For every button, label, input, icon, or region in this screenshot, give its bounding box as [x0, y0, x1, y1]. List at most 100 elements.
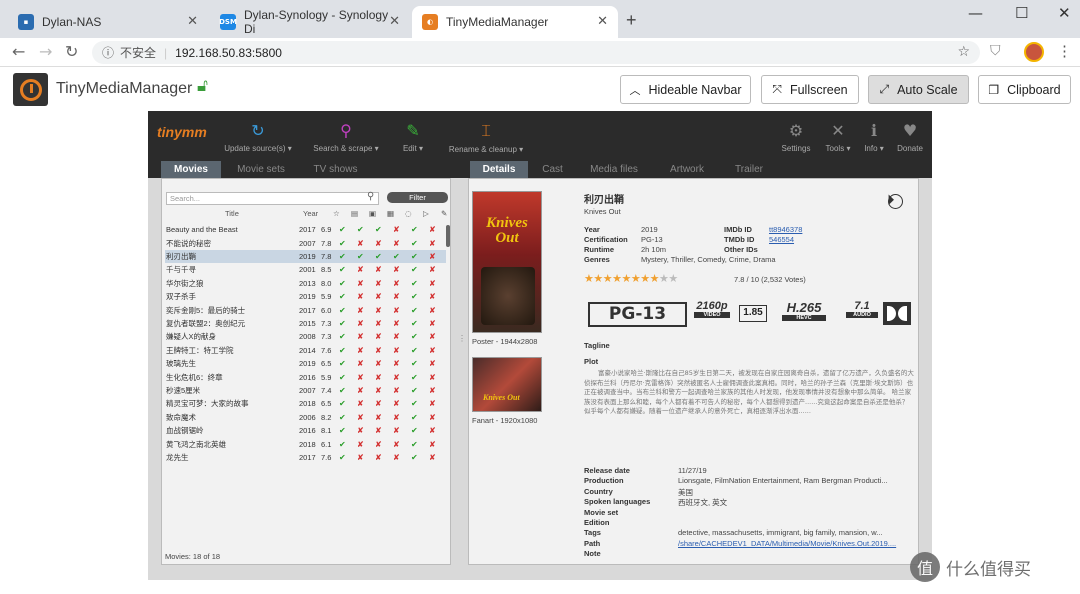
- table-row[interactable]: 奕斥金刚5：最后的骑士 2017 6.0 ✔ ✘ ✘ ✘ ✔ ✘: [165, 303, 446, 316]
- browser-tab-synology[interactable]: DSM Dylan-Synology - Synology Di ✕: [210, 6, 410, 38]
- tmdb-link[interactable]: 546554: [769, 235, 794, 244]
- rename-cleanup-tool[interactable]: ⌶ Rename & cleanup ▾: [444, 121, 528, 154]
- minimize-icon[interactable]: —: [968, 4, 983, 22]
- maximize-icon[interactable]: ☐: [1015, 4, 1028, 22]
- tab-movie-sets[interactable]: Movie sets: [226, 161, 296, 178]
- table-row[interactable]: 致命魔术 2006 8.2 ✔ ✘ ✘ ✘ ✔ ✘: [165, 411, 446, 424]
- bookmark-star-icon[interactable]: ☆: [957, 44, 970, 60]
- cross-icon: ✘: [393, 452, 400, 462]
- cross-icon: ✘: [375, 345, 382, 355]
- title-column[interactable]: Title: [225, 209, 239, 218]
- info-icon[interactable]: ⓘ: [102, 44, 114, 61]
- subtitle-column-icon[interactable]: ◌: [405, 209, 412, 218]
- check-icon: ✔: [411, 452, 418, 462]
- column-header: Title Year ☆ ▤ ▣ ▦ ◌ ▷ ✎: [165, 209, 447, 221]
- poster-image[interactable]: Knives Out: [472, 191, 542, 333]
- fanart-column-icon[interactable]: ▦: [387, 209, 394, 218]
- browser-tab-nas[interactable]: ▪ Dylan-NAS ✕: [8, 6, 208, 38]
- tools-tool[interactable]: ✕ Tools ▾: [818, 121, 858, 153]
- edit-column-icon[interactable]: ✎: [441, 209, 447, 218]
- tab-details[interactable]: Details: [470, 161, 528, 178]
- url-field[interactable]: ⓘ 不安全 | 192.168.50.83:5800 ☆: [92, 41, 980, 64]
- movie-list-panel: Search... ⚲ Filter Title Year ☆ ▤ ▣ ▦ ◌ …: [161, 178, 451, 565]
- security-label: 不安全: [120, 46, 157, 60]
- update-sources-tool[interactable]: ↻ Update source(s) ▾: [218, 121, 298, 153]
- new-tab-button[interactable]: +: [626, 10, 637, 31]
- window-close-icon[interactable]: ✕: [1058, 4, 1071, 22]
- wrench-icon: ✕: [831, 121, 845, 140]
- check-icon: ✔: [411, 345, 418, 355]
- fanart-image[interactable]: Knives Out: [472, 357, 542, 412]
- back-icon[interactable]: ←: [12, 42, 25, 61]
- button-label: Hideable Navbar: [648, 82, 742, 97]
- tab-cast[interactable]: Cast: [530, 161, 575, 178]
- forward-icon[interactable]: →: [39, 42, 52, 61]
- browser-tab-tmm[interactable]: ◐ TinyMediaManager ✕: [412, 6, 618, 38]
- avatar[interactable]: [1024, 42, 1044, 62]
- clipboard-button[interactable]: ❐ Clipboard: [978, 75, 1071, 104]
- table-row[interactable]: 华尔街之狼 2013 8.0 ✔ ✘ ✘ ✘ ✔ ✘: [165, 277, 446, 290]
- tab-artwork[interactable]: Artwork: [653, 161, 721, 178]
- table-row[interactable]: 不能说的秘密 2007 7.8 ✔ ✘ ✘ ✘ ✔ ✘: [165, 236, 446, 249]
- tab-movies[interactable]: Movies: [161, 161, 221, 178]
- button-label: Auto Scale: [897, 82, 958, 97]
- table-row[interactable]: 黄飞鸿之南北英雄 2018 6.1 ✔ ✘ ✘ ✘ ✔ ✘: [165, 437, 446, 450]
- trailer-column-icon[interactable]: ▷: [423, 209, 429, 218]
- filter-button[interactable]: Filter: [387, 192, 448, 203]
- url-text: 192.168.50.83:5800: [175, 45, 282, 60]
- resize-arrow-icon: ⤢: [879, 82, 890, 96]
- tab-media-files[interactable]: Media files: [578, 161, 650, 178]
- check-icon: ✔: [339, 305, 346, 315]
- imdb-link[interactable]: tt8946378: [769, 225, 802, 234]
- movie-title-cell: 精灵宝可梦：大家的故事: [166, 399, 249, 409]
- fullscreen-button[interactable]: ⤧ Fullscreen: [761, 75, 859, 104]
- donate-tool[interactable]: ♥ Donate: [892, 121, 928, 153]
- auto-scale-button[interactable]: ⤢ Auto Scale: [868, 75, 969, 104]
- year-column[interactable]: Year: [303, 209, 318, 218]
- tab-tv-shows[interactable]: TV shows: [298, 161, 373, 178]
- cross-icon: ✘: [429, 292, 436, 302]
- scrollbar-thumb[interactable]: [446, 225, 450, 247]
- table-row[interactable]: 精灵宝可梦：大家的故事 2018 6.5 ✔ ✘ ✘ ✘ ✔ ✘: [165, 397, 446, 410]
- close-tab-icon[interactable]: ✕: [389, 14, 400, 29]
- table-row[interactable]: 嫌疑人X的献身 2008 7.3 ✔ ✘ ✘ ✘ ✔ ✘: [165, 330, 446, 343]
- artwork-column-icon[interactable]: ▣: [369, 209, 376, 218]
- search-input[interactable]: Search...: [166, 192, 379, 205]
- table-row[interactable]: 利刃出鞘 2019 7.8 ✔ ✔ ✔ ✔ ✔ ✘: [165, 249, 446, 264]
- extension-shield-icon[interactable]: ⛉: [990, 43, 1001, 59]
- table-row[interactable]: 王牌特工：特工学院 2014 7.6 ✔ ✘ ✘ ✘ ✔ ✘: [165, 344, 446, 357]
- hideable-navbar-button[interactable]: ︿ Hideable Navbar: [620, 75, 751, 104]
- edit-tool[interactable]: ✎ Edit ▾: [388, 121, 438, 153]
- path-link[interactable]: /share/CACHEDEV1_DATA/Multimedia/Movie/K…: [678, 539, 918, 548]
- check-icon: ✔: [339, 265, 346, 275]
- cross-icon: ✘: [429, 385, 436, 395]
- check-icon: ✔: [411, 439, 418, 449]
- star-icon: ★: [640, 272, 650, 285]
- table-row[interactable]: 复仇者联盟2：奥创纪元 2015 7.3 ✔ ✘ ✘ ✘ ✔ ✘: [165, 317, 446, 330]
- table-row[interactable]: 龙先生 2017 7.6 ✔ ✘ ✘ ✘ ✔ ✘: [165, 451, 446, 464]
- close-tab-icon[interactable]: ✕: [597, 14, 608, 29]
- split-handle-icon[interactable]: ⋮: [458, 334, 466, 343]
- nfo-column-icon[interactable]: ▤: [351, 209, 358, 218]
- table-row[interactable]: Beauty and the Beast 2017 6.9 ✔ ✔ ✔ ✘ ✔ ✘: [165, 223, 446, 236]
- table-row[interactable]: 玻璃先生 2019 6.5 ✔ ✘ ✘ ✘ ✔ ✘: [165, 357, 446, 370]
- movie-title-cell: 奕斥金刚5：最后的骑士: [166, 305, 246, 315]
- table-row[interactable]: 生化危机6：终章 2016 5.9 ✔ ✘ ✘ ✘ ✔ ✘: [165, 370, 446, 383]
- settings-tool[interactable]: ⚙ Settings: [776, 121, 816, 153]
- search-scrape-tool[interactable]: ⚲ Search & scrape ▾: [306, 121, 386, 153]
- close-tab-icon[interactable]: ✕: [187, 14, 198, 29]
- table-row[interactable]: 血战钢锯岭 2016 8.1 ✔ ✘ ✘ ✘ ✔ ✘: [165, 424, 446, 437]
- tmm-logo: [13, 73, 48, 106]
- reload-icon[interactable]: ↻: [65, 42, 78, 61]
- movie-year-cell: 2006: [299, 412, 316, 422]
- tab-trailer[interactable]: Trailer: [723, 161, 775, 178]
- check-icon: ✔: [411, 359, 418, 369]
- browser-menu-icon[interactable]: ⋮: [1057, 42, 1072, 60]
- cross-icon: ✘: [375, 265, 382, 275]
- table-row[interactable]: 秒速5厘米 2007 7.4 ✔ ✘ ✘ ✘ ✔ ✘: [165, 384, 446, 397]
- table-row[interactable]: 千与千寻 2001 8.5 ✔ ✘ ✘ ✘ ✔ ✘: [165, 263, 446, 276]
- table-row[interactable]: 双子杀手 2019 5.9 ✔ ✘ ✘ ✘ ✔ ✘: [165, 290, 446, 303]
- star-column-icon[interactable]: ☆: [333, 209, 340, 218]
- play-circle[interactable]: [888, 194, 903, 209]
- info-tool[interactable]: ℹ Info ▾: [858, 121, 890, 153]
